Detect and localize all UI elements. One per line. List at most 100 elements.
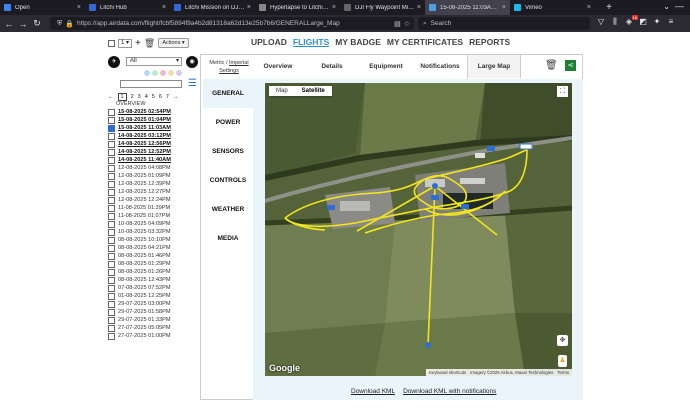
flight-checkbox[interactable] [108,220,115,228]
close-tab-icon[interactable]: × [587,4,591,11]
add-icon[interactable]: + [135,38,141,49]
map-type-satellite-button[interactable]: Satellite [295,86,332,96]
share-icon[interactable]: ⋖ [565,60,576,71]
flight-checkbox[interactable] [108,132,115,140]
page-link[interactable]: 2 [131,94,134,100]
flight-date-label[interactable]: 12-08-2025 12:39PM [118,181,171,187]
topnav-flights[interactable]: FLIGHTS [293,37,329,47]
flight-date-label[interactable]: 14-08-2025 12:56PM [118,141,171,147]
drone-filter-icon[interactable]: ✈ [108,56,120,68]
flight-list-item[interactable]: 14-08-2025 11:40AM [108,156,200,164]
browser-tab[interactable]: Vimeo × [510,0,595,15]
flight-list-item[interactable]: 08-08-2025 01:26PM [108,268,200,276]
flight-checkbox[interactable] [108,164,115,172]
flight-list-item[interactable]: 14-08-2025 12:56PM [108,140,200,148]
trash-icon[interactable]: 🗑 [144,38,155,49]
flight-list-item[interactable]: 08-08-2025 01:29PM [108,260,200,268]
reload-icon[interactable]: ↻ [30,18,44,29]
flight-list-item[interactable]: 15-08-2025 02:54PM [108,108,200,116]
flight-list-item[interactable]: 11-08-2025 01:07PM [108,212,200,220]
pin-icon[interactable]: ◩ [639,17,647,27]
reader-icon[interactable]: ▤ [394,20,401,28]
flight-date-label[interactable]: 10-08-2025 03:32PM [118,229,171,235]
flight-date-label[interactable]: 08-08-2025 04:21PM [118,245,171,251]
pocket-icon[interactable]: ▽ [597,17,605,27]
flight-checkbox[interactable] [108,260,115,268]
extensions-icon[interactable]: ✦ [653,17,661,27]
flight-list-item[interactable]: 14-08-2025 03:12PM [108,132,200,140]
close-tab-icon[interactable]: × [162,4,166,11]
delete-flight-icon[interactable]: 🗑 [545,60,558,71]
side-menu-sensors[interactable]: SENSORS [203,137,253,166]
close-tab-icon[interactable]: × [502,4,506,11]
browser-tab[interactable]: Hyperlapse to Litchi Wa...× [255,0,340,15]
flight-checkbox[interactable] [108,300,115,308]
flight-list-item[interactable]: 08-08-2025 10:10PM [108,236,200,244]
close-tab-icon[interactable]: × [332,4,336,11]
prev-page-icon[interactable]: ← [108,94,114,100]
flight-list-item[interactable]: 07-08-2025 07:52PM [108,284,200,292]
map-type-map-button[interactable]: Map [269,86,295,96]
close-tab-icon[interactable]: × [417,4,421,11]
flight-checkbox[interactable] [108,204,115,212]
flight-list-item[interactable]: 15-08-2025 11:03AM [108,124,200,132]
units-toggle[interactable]: Metric / Imperial Settings [209,59,249,75]
flight-date-label[interactable]: 14-08-2025 12:52PM [118,149,171,155]
flight-date-label[interactable]: 07-08-2025 07:52PM [118,285,171,291]
flight-checkbox[interactable] [108,252,115,260]
tab-equipment[interactable]: Equipment [359,55,413,79]
camera-control-icon[interactable]: ✥ [557,335,568,346]
tab-overview[interactable]: Overview [251,55,305,79]
pilot-filter-icon[interactable]: ◉ [186,56,198,68]
flight-map[interactable]: Map Satellite ⛶ ✥ ♟ Google Keyboard shor… [265,83,572,376]
flight-search-input[interactable] [120,80,182,88]
flight-checkbox[interactable] [108,244,115,252]
flight-checkbox[interactable] [108,140,115,148]
flight-checkbox[interactable] [108,308,115,316]
browser-tab[interactable]: Litchi Hub × [85,0,170,15]
flight-date-label[interactable]: 08-08-2025 01:46PM [118,253,171,259]
page-link[interactable]: 5 [152,94,155,100]
flight-list-item[interactable]: 29-07-2025 01:58PM [108,308,200,316]
list-menu-icon[interactable]: ☰ [188,79,197,89]
tab-notifications[interactable]: Notifications [413,55,467,79]
page-link[interactable]: 4 [145,94,148,100]
flight-list-item[interactable]: 27-07-2025 01:00PM [108,332,200,340]
download-kml-link[interactable]: Download KML [351,388,395,395]
flight-date-label[interactable]: 08-08-2025 10:10PM [118,237,171,243]
select-all-checkbox[interactable] [108,39,115,47]
flight-date-label[interactable]: 12-08-2025 12:24PM [118,197,171,203]
flight-date-label[interactable]: 27-07-2025 01:00PM [118,333,171,339]
side-menu-general[interactable]: GENERAL [203,79,253,108]
library-icon[interactable]: ⫼ [611,17,619,27]
flight-list-item[interactable]: 12-08-2025 12:39PM [108,180,200,188]
close-tab-icon[interactable]: × [247,4,251,11]
browser-tab[interactable]: Open × [0,0,85,15]
flight-list-item[interactable]: 15-08-2025 01:04PM [108,116,200,124]
flight-list-item[interactable]: 12-08-2025 01:09PM [108,172,200,180]
terms-link[interactable]: Terms [557,370,569,375]
menu-icon[interactable]: ≡ [667,17,675,27]
back-icon[interactable]: ← [2,19,16,29]
page-link[interactable]: 6 [159,94,162,100]
flight-list-item[interactable]: 01-08-2025 12:25PM [108,292,200,300]
extension-ublock-icon[interactable]: ◈ 10 [625,15,638,27]
side-menu-media[interactable]: MEDIA [203,224,253,253]
fullscreen-icon[interactable]: ⛶ [557,86,568,97]
tab-list-icon[interactable]: ⌄ [663,2,670,11]
flight-checkbox[interactable] [108,180,115,188]
flight-checkbox[interactable] [108,292,115,300]
flight-date-label[interactable]: 11-08-2025 01:07PM [118,213,170,219]
flight-checkbox[interactable] [108,284,115,292]
topnav-upload[interactable]: UPLOAD [251,37,287,47]
topnav-reports[interactable]: REPORTS [469,37,510,47]
flight-list-item[interactable]: 08-08-2025 04:21PM [108,244,200,252]
flight-checkbox[interactable] [108,316,115,324]
keyboard-shortcuts-link[interactable]: Keyboard shortcuts [429,370,466,375]
flight-list-item[interactable]: 12-08-2025 04:08PM [108,164,200,172]
flight-checkbox[interactable] [108,116,115,124]
browser-tab[interactable]: DJI Fly Waypoint Mission...× [340,0,425,15]
flight-list-item[interactable]: 10-08-2025 04:09PM [108,220,200,228]
flight-date-label[interactable]: 29-07-2025 01:58PM [118,309,171,315]
flight-checkbox[interactable] [108,148,115,156]
